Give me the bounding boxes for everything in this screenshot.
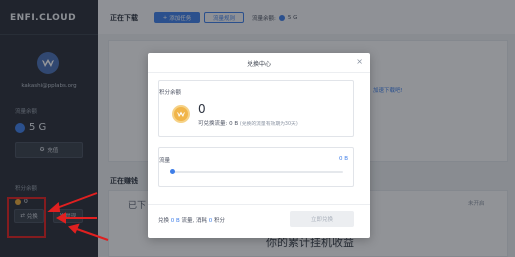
- flow-slider-card: [158, 147, 354, 187]
- summary-flow: 0 B: [170, 218, 180, 224]
- summary-points: 0: [208, 218, 213, 224]
- close-icon[interactable]: ×: [356, 58, 363, 66]
- exchange-now-button[interactable]: 立即兑换: [290, 211, 354, 227]
- available-flow-text: 可兑换流量: 0 B: [198, 121, 239, 127]
- exchange-center-dialog: 兑换中心 × 积分余额 0 可兑换流量: 0 B (兑换的流量有效期为30天) …: [148, 53, 370, 238]
- slider-handle[interactable]: [169, 169, 175, 174]
- summary-mid: 流量, 消耗: [181, 218, 208, 224]
- coin-icon: [172, 105, 190, 123]
- dialog-header-divider: [148, 72, 370, 73]
- points-card-value: 0: [198, 102, 206, 116]
- summary-suffix: 积分: [214, 218, 226, 224]
- validity-note: (兑换的流量有效期为30天): [239, 122, 298, 127]
- dialog-title: 兑换中心: [246, 61, 271, 68]
- flow-slider-value: 0 B: [338, 156, 348, 162]
- flow-slider[interactable]: [169, 169, 343, 174]
- coin-bird-icon: [177, 111, 185, 117]
- exchange-summary: 兑换 0 B 流量, 消耗 0 积分: [158, 216, 225, 224]
- summary-prefix: 兑换: [158, 218, 170, 224]
- flow-slider-label: 流量: [159, 158, 171, 164]
- available-flow: 可兑换流量: 0 B (兑换的流量有效期为30天): [198, 119, 298, 127]
- dialog-footer-divider: [148, 204, 370, 205]
- points-card-label: 积分余额: [159, 90, 182, 96]
